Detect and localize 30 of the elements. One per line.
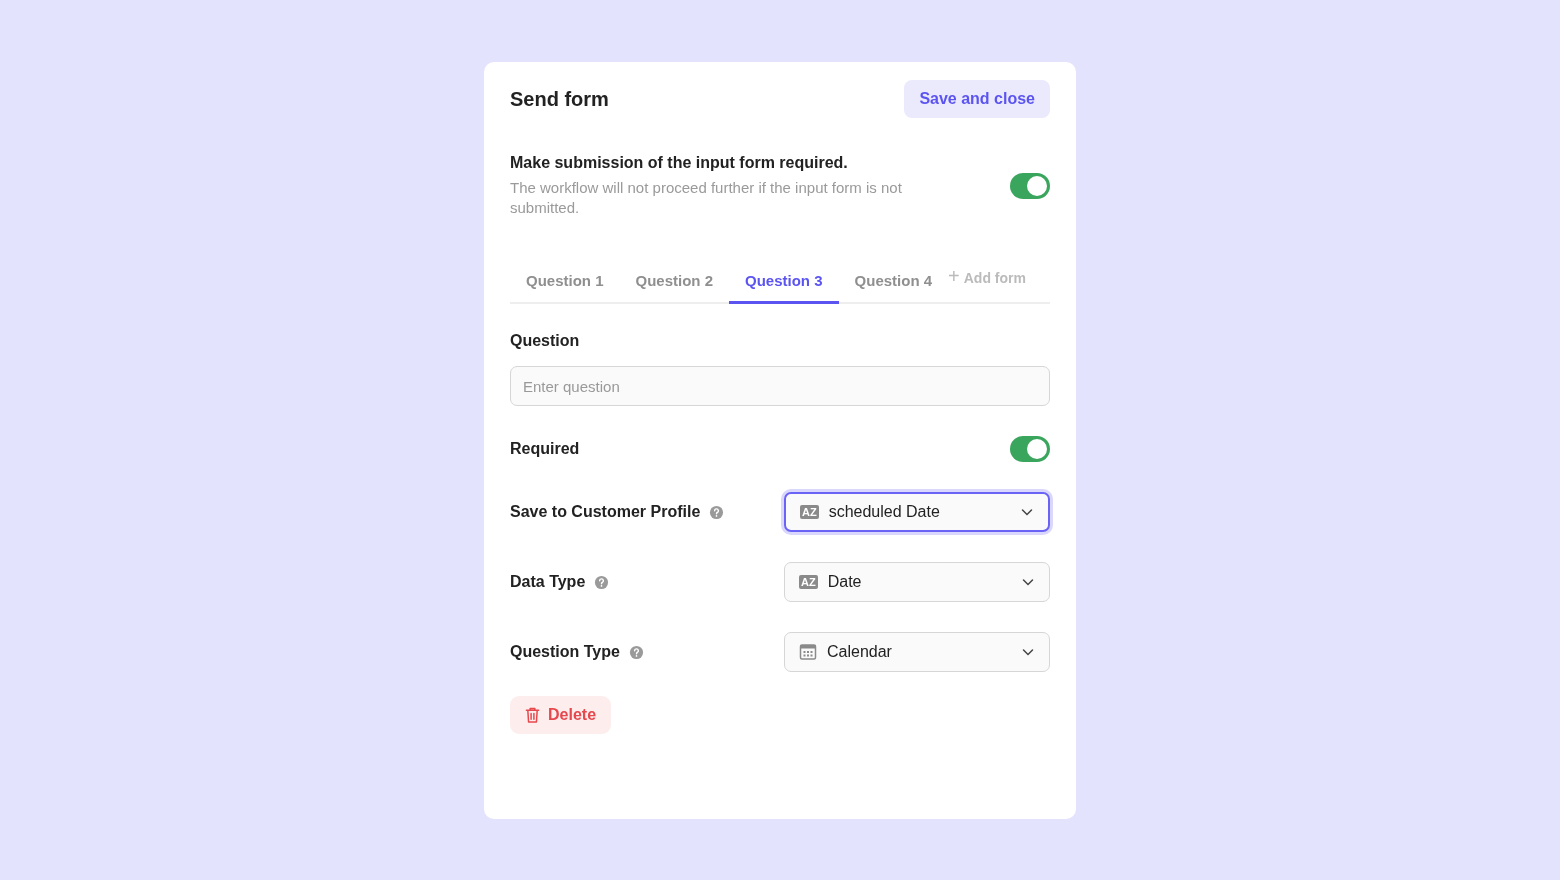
delete-button[interactable]: Delete <box>510 696 612 734</box>
dropdown[interactable]: AZ scheduled Date <box>784 492 1050 532</box>
text-type-icon: AZ <box>799 575 818 589</box>
field-label: Question <box>510 332 581 350</box>
field-label: Save to Customer Profile <box>510 503 701 521</box>
tab[interactable]: Question 1 <box>510 272 620 304</box>
tab[interactable]: Question 3 <box>729 272 839 304</box>
setting-title: Make submission of the input form required. <box>510 154 849 172</box>
dialog-title: Send form <box>510 87 609 111</box>
tab[interactable]: Question 2 <box>619 272 730 304</box>
help-icon[interactable] <box>709 504 725 520</box>
text-type-icon: AZ <box>800 505 819 519</box>
dropdown[interactable]: AZ Date <box>784 562 1050 602</box>
dropdown-value: scheduled Date <box>828 503 941 521</box>
help-icon[interactable] <box>594 574 610 590</box>
calendar-icon <box>799 643 817 661</box>
field-label: Question Type <box>510 643 620 661</box>
field-label: Data Type <box>510 573 586 591</box>
trash-icon <box>525 706 540 724</box>
dropdown[interactable]: Calendar <box>784 632 1050 672</box>
save-and-close-button[interactable]: Save and close <box>904 80 1050 118</box>
question-input[interactable]: Enter question <box>510 366 1050 406</box>
field-label: Required <box>510 440 580 458</box>
dropdown-value: Date <box>827 573 863 591</box>
setting-description: The workflow will not proceed further if the input form is not submitted. <box>510 178 903 218</box>
toggle-switch[interactable] <box>1010 173 1050 199</box>
tab[interactable]: Question 4 <box>838 272 949 304</box>
dropdown-value: Calendar <box>827 643 893 661</box>
toggle-switch[interactable] <box>1010 436 1050 462</box>
help-icon[interactable] <box>628 644 644 660</box>
